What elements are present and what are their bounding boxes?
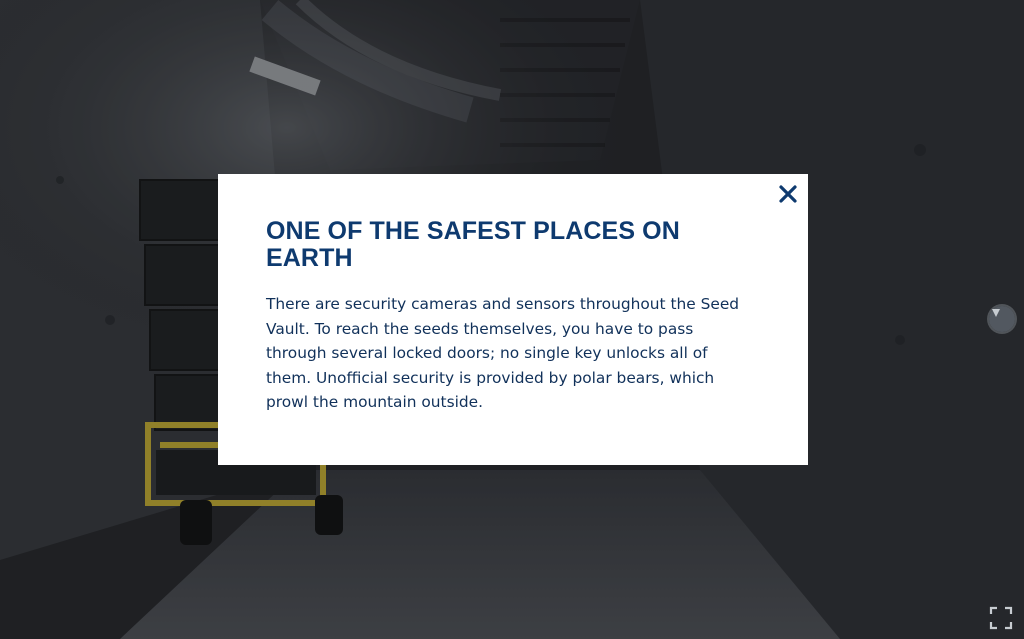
modal-title: ONE OF THE SAFEST PLACES ON EARTH	[266, 217, 680, 272]
hotspot-icon	[992, 309, 1000, 317]
info-modal: ONE OF THE SAFEST PLACES ON EARTH There …	[218, 174, 808, 465]
fullscreen-icon	[989, 606, 1013, 630]
close-button[interactable]	[778, 184, 798, 204]
hotspot-button[interactable]	[989, 306, 1015, 332]
fullscreen-button[interactable]	[989, 606, 1013, 630]
modal-body-text: There are security cameras and sensors t…	[266, 295, 740, 411]
close-icon	[779, 185, 797, 203]
